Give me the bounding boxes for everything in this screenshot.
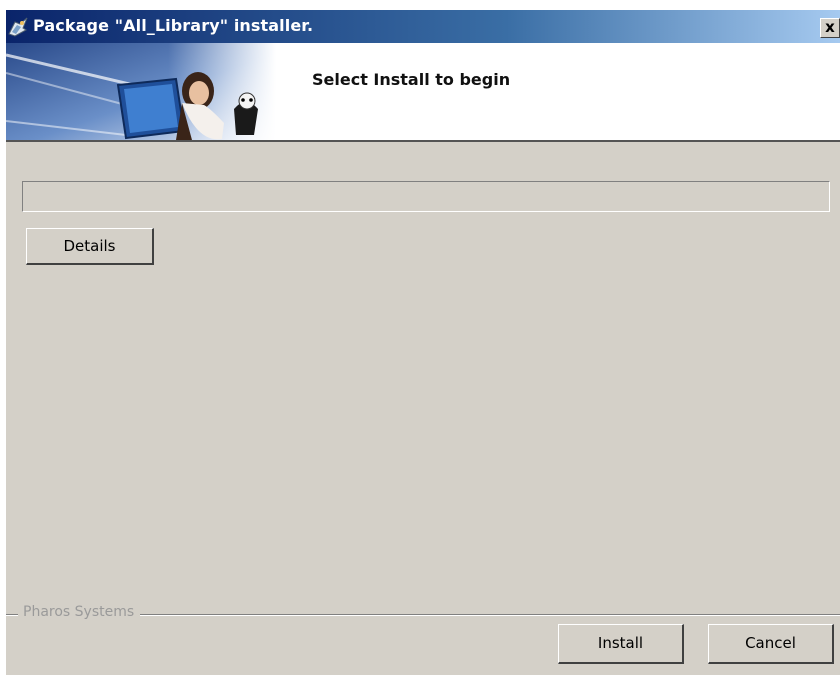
installer-app-icon: [7, 16, 29, 38]
details-button[interactable]: Details: [26, 228, 154, 265]
close-icon: x: [825, 18, 835, 36]
footer-brand-label: Pharos Systems: [18, 604, 141, 620]
header-panel: Select Install to begin: [6, 43, 840, 142]
close-button[interactable]: x: [820, 18, 840, 38]
window-title: Package "All_Library" installer.: [33, 16, 314, 35]
instruction-text: Select Install to begin: [312, 70, 511, 89]
banner-image: [6, 43, 276, 140]
progress-bar: [22, 181, 830, 212]
title-bar[interactable]: Package "All_Library" installer. x: [6, 10, 840, 43]
installer-window: Package "All_Library" installer. x Selec…: [6, 10, 840, 675]
cancel-button[interactable]: Cancel: [708, 624, 834, 664]
install-button[interactable]: Install: [558, 624, 684, 664]
